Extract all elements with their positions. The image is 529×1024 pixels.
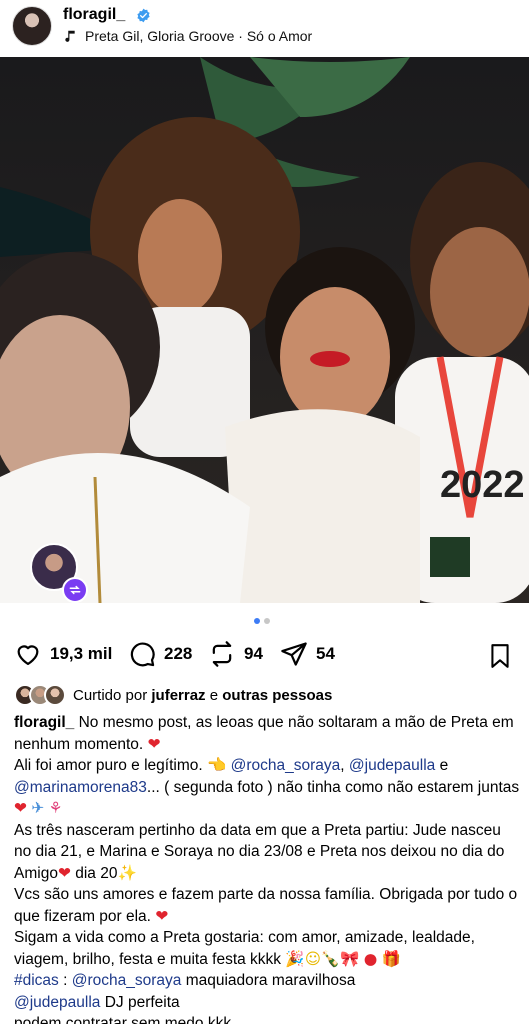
carousel-indicator xyxy=(254,618,270,624)
caption-sep: , xyxy=(340,757,349,774)
party-popper-emoji-icon: 🎉 xyxy=(285,949,305,968)
caption-line: dia 20 xyxy=(70,864,118,882)
liked-by-text: Curtido por juferraz e outras pessoas xyxy=(73,687,332,704)
heart-icon xyxy=(17,645,39,666)
mention-link[interactable]: @rocha_soraya xyxy=(231,757,341,774)
mention-link[interactable]: @marinamorena83 xyxy=(14,779,147,796)
liked-by-conj: e xyxy=(209,686,219,704)
author-avatar[interactable] xyxy=(12,6,52,46)
heart-emoji-icon: ❤ xyxy=(57,863,71,882)
caption-line: maquiadora maravilhosa xyxy=(181,972,356,989)
audio-track[interactable]: Preta Gil, Gloria Groove · Só o Amor xyxy=(63,28,312,44)
liked-by-prefix: Curtido por xyxy=(73,686,148,704)
repost-badge-icon xyxy=(62,577,88,603)
audio-track-label: Preta Gil, Gloria Groove · Só o Amor xyxy=(85,28,313,44)
mention-link[interactable]: @rocha_soraya xyxy=(72,972,182,989)
heart-emoji-icon: ❤ xyxy=(155,906,169,925)
post-caption: floragil_ No mesmo post, as leoas que nã… xyxy=(14,712,520,1024)
liker-avatar xyxy=(44,684,66,706)
author-username[interactable]: floragil_ xyxy=(63,6,125,24)
sparkles-emoji-icon: ✨ xyxy=(117,863,137,882)
bookmark-icon[interactable] xyxy=(487,642,513,670)
share-icon xyxy=(281,642,307,666)
balloon-emoji-icon: ● xyxy=(363,949,378,968)
repost-count: 94 xyxy=(244,644,263,663)
music-note-icon xyxy=(65,30,75,42)
caption-line: Vcs são uns amores e fazem parte da noss… xyxy=(14,886,518,925)
comment-icon xyxy=(130,642,155,667)
carousel-dot-1[interactable] xyxy=(254,618,260,624)
liked-by-others[interactable]: outras pessoas xyxy=(222,687,332,704)
svg-text:2022: 2022 xyxy=(440,464,525,506)
action-bar: 19,3 mil 228 94 54 xyxy=(0,640,529,672)
caption-line: ... ( segunda foto ) não tinha como não … xyxy=(146,778,520,796)
caption-line: Ali foi amor puro e legítimo. xyxy=(14,757,207,774)
post-photo[interactable]: 2022 xyxy=(0,57,529,603)
pointing-hand-emoji-icon: 👈 xyxy=(206,756,227,774)
party-face-emoji-icon: ☺ xyxy=(304,949,321,968)
share-count: 54 xyxy=(316,644,335,663)
caption-sep: e xyxy=(435,757,449,774)
post-photo-image: 2022 xyxy=(0,57,529,603)
repost-icon xyxy=(212,641,232,667)
gift-emoji-icon: 🎁 xyxy=(381,949,401,968)
tulip-emoji-icon: ⚘ xyxy=(48,799,63,817)
like-button[interactable]: 19,3 mil xyxy=(14,640,112,668)
hashtag-link[interactable]: #dicas xyxy=(14,972,59,989)
comment-button[interactable]: 228 xyxy=(128,640,192,668)
like-count: 19,3 mil xyxy=(50,644,113,663)
champagne-emoji-icon: 🍾 xyxy=(320,949,341,968)
caption-line: No mesmo post, as leoas que não soltaram… xyxy=(14,714,514,753)
liked-by-row[interactable]: Curtido por juferraz e outras pessoas xyxy=(14,684,332,706)
caption-line: podem contratar sem medo kkk xyxy=(14,1015,232,1024)
ribbon-emoji-icon: 🎀 xyxy=(340,949,360,968)
mention-link[interactable]: @judepaulla xyxy=(349,757,435,774)
comment-count: 228 xyxy=(164,644,193,663)
repost-button[interactable]: 94 xyxy=(208,640,263,668)
caption-line: Sigam a vida como a Preta gostaria: com … xyxy=(14,929,475,968)
airplane-emoji-icon: ✈ xyxy=(31,799,45,817)
heart-emoji-icon: ❤ xyxy=(14,799,27,817)
liked-by-user[interactable]: juferraz xyxy=(151,687,205,704)
mention-link[interactable]: @judepaulla xyxy=(14,994,100,1011)
caption-author[interactable]: floragil_ xyxy=(14,714,74,731)
post-header: floragil_ Preta Gil, Gloria Groove · Só … xyxy=(0,0,529,56)
verified-badge-icon xyxy=(137,8,150,23)
share-button[interactable]: 54 xyxy=(280,640,335,668)
heart-emoji-icon: ❤ xyxy=(147,734,161,753)
caption-sep: : xyxy=(58,972,72,989)
carousel-dot-2[interactable] xyxy=(264,618,270,624)
caption-line: DJ perfeita xyxy=(100,993,180,1011)
